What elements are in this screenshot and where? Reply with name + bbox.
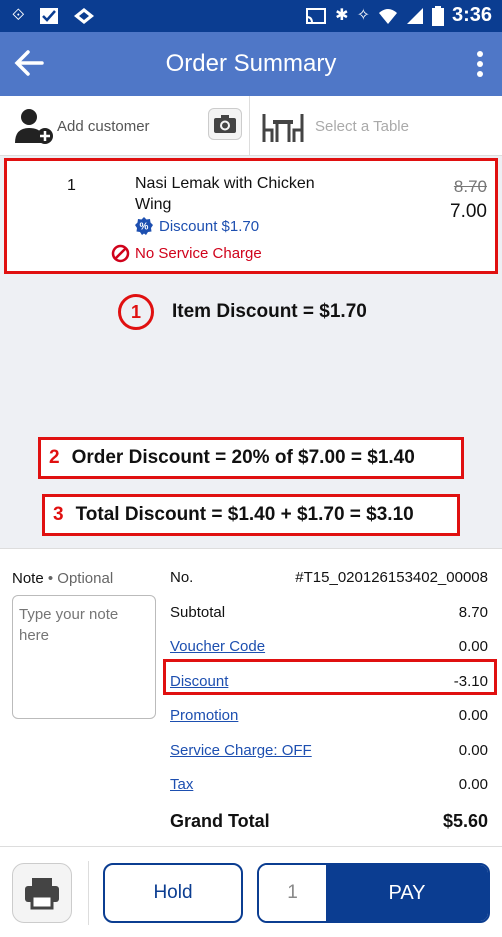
no-service-charge: No Service Charge [111, 244, 262, 263]
service-charge-link[interactable]: Service Charge: OFF [170, 742, 312, 759]
no-service-charge-label: No Service Charge [135, 245, 262, 262]
grand-total-label: Grand Total [170, 810, 270, 831]
subtotal-row: Subtotal 8.70 [170, 602, 490, 637]
note-optional-text: Optional [57, 570, 114, 587]
tax-link[interactable]: Tax [170, 776, 193, 793]
annotation-text: Item Discount = $1.70 [172, 301, 367, 322]
summary-value: #T15_020126153402_00008 [295, 569, 488, 586]
voucher-code-link[interactable]: Voucher Code [170, 638, 265, 655]
no-entry-icon [111, 244, 130, 263]
pay-group: 1 PAY [257, 863, 490, 923]
item-original-price: 8.70 [453, 177, 487, 196]
summary-value: 0.00 [458, 741, 488, 759]
annotation-text: Order Discount = 20% of $7.00 = $1.40 [71, 447, 415, 468]
annotation-order-discount: 2 Order Discount = 20% of $7.00 = $1.40 [38, 437, 464, 479]
item-final-price: 7.00 [450, 201, 487, 222]
svg-text:%: % [140, 222, 149, 233]
grand-total-row: Grand Total $5.60 [170, 809, 490, 844]
promotion-link[interactable]: Promotion [170, 707, 238, 724]
app-bar: Order Summary [0, 32, 502, 96]
promotion-row: Promotion 0.00 [170, 705, 490, 740]
signal-icon [406, 7, 423, 24]
order-item[interactable]: 1 Nasi Lemak with Chicken Wing % Discoun… [4, 158, 498, 274]
camera-icon [214, 115, 236, 133]
item-discount: % Discount $1.70 [134, 216, 259, 236]
annotation-number: 1 [118, 294, 154, 330]
note-label: Note • Optional [12, 570, 114, 587]
annotation-total-discount: 3 Total Discount = $1.40 + $1.70 = $3.10 [42, 494, 460, 536]
pay-button[interactable]: PAY [326, 865, 488, 921]
summary-label: Subtotal [170, 603, 226, 621]
page-title: Order Summary [165, 50, 337, 77]
summary-value: 0.00 [458, 707, 488, 724]
notification-icon: ⟐ [12, 7, 25, 24]
vibrate-icon: ✧ [356, 6, 370, 24]
tax-row: Tax 0.00 [170, 774, 490, 809]
checkbox-icon [39, 8, 58, 24]
annotation-number: 3 [53, 504, 64, 525]
annotation-number: 2 [49, 447, 60, 468]
note-input[interactable] [12, 595, 156, 719]
more-vert-icon[interactable] [476, 50, 484, 78]
item-discount-label: Discount $1.70 [159, 217, 260, 235]
item-quantity: 1 [67, 177, 76, 194]
summary-label: No. [170, 569, 194, 586]
battery-icon [431, 5, 444, 26]
divider [88, 861, 89, 925]
order-number-row: No. #T15_020126153402_00008 [170, 567, 490, 602]
status-bar: ⟐ ✱ ✧ 3:36 [0, 0, 502, 32]
cast-icon [306, 7, 327, 24]
divider [249, 96, 250, 156]
service-charge-row: Service Charge: OFF 0.00 [170, 740, 490, 775]
diamond-icon [73, 8, 94, 24]
pay-split-count[interactable]: 1 [259, 865, 326, 921]
discount-badge-icon: % [135, 217, 153, 235]
wifi-icon [378, 8, 397, 24]
select-table-label[interactable]: Select a Table [315, 118, 409, 135]
camera-button[interactable] [208, 108, 242, 140]
summary-value: 0.00 [458, 776, 488, 793]
printer-icon [25, 878, 59, 910]
item-name: Nasi Lemak with Chicken Wing [135, 175, 315, 213]
order-summary-panel: Note • Optional No. #T15_020126153402_00… [0, 548, 502, 846]
discount-highlight [163, 659, 497, 695]
bottom-action-bar: Hold 1 PAY [0, 846, 502, 937]
annotation-text: Total Discount = $1.40 + $1.70 = $3.10 [75, 504, 414, 525]
print-button[interactable] [12, 863, 72, 923]
bluetooth-icon: ✱ [335, 6, 349, 24]
add-customer-icon[interactable] [14, 108, 54, 144]
status-time: 3:36 [451, 4, 492, 26]
hold-button[interactable]: Hold [103, 863, 243, 923]
table-icon[interactable] [262, 108, 304, 144]
summary-rows: No. #T15_020126153402_00008 Subtotal 8.7… [170, 567, 490, 843]
add-customer-label[interactable]: Add customer [57, 118, 150, 135]
summary-value: 0.00 [458, 638, 488, 655]
annotation-item-discount: 1 Item Discount = $1.70 [118, 294, 367, 330]
customer-table-row: Add customer Select a Table [0, 96, 502, 156]
note-label-text: Note [12, 570, 44, 587]
summary-value: 8.70 [458, 603, 488, 621]
grand-total-value: $5.60 [442, 810, 488, 831]
